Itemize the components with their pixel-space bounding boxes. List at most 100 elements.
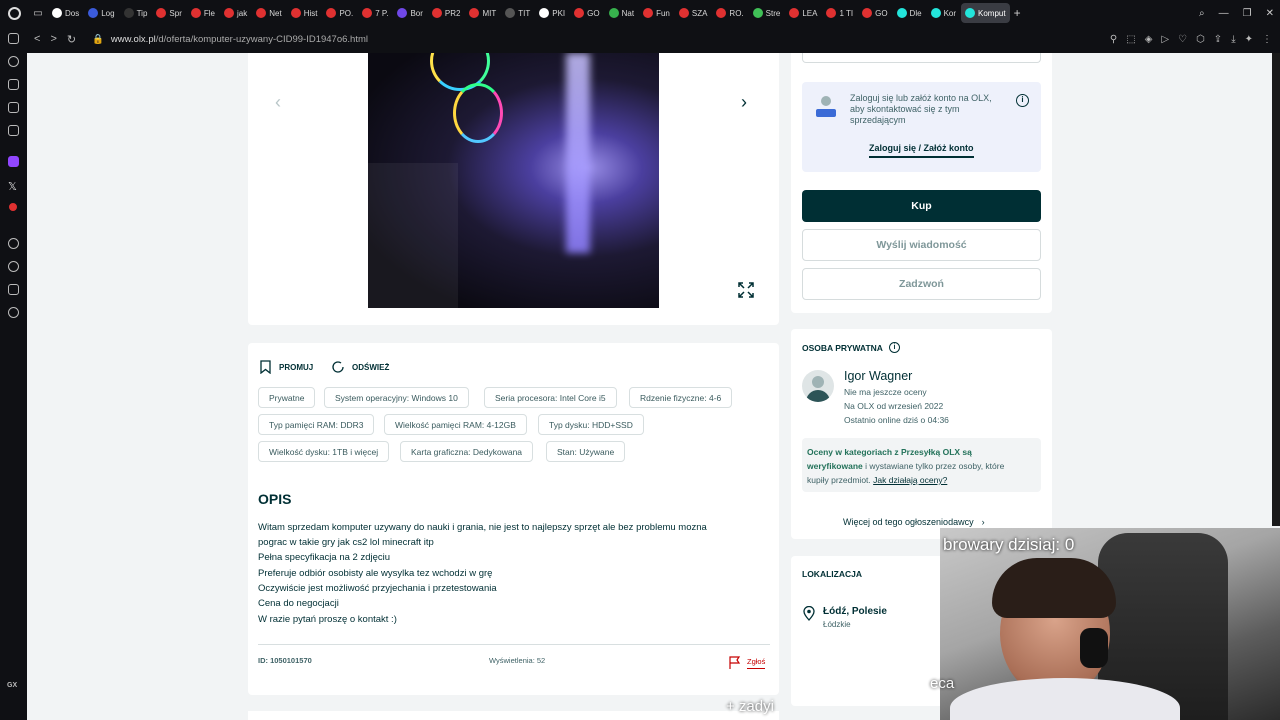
page-scrollbar[interactable]	[1272, 53, 1280, 526]
browser-tab[interactable]: Spr	[152, 3, 185, 23]
app-icon[interactable]	[9, 203, 17, 211]
menu-icon[interactable]: ⋮	[1262, 34, 1272, 45]
browser-tab[interactable]: 1 TI	[822, 3, 857, 23]
promote-label: PROMUJ	[279, 362, 314, 372]
browser-tab[interactable]: Nat	[605, 3, 638, 23]
browser-tab[interactable]: Net	[252, 3, 285, 23]
browser-tab[interactable]: Log	[84, 3, 118, 23]
browser-tab[interactable]: PR2	[428, 3, 465, 23]
forward-button[interactable]: >	[50, 33, 56, 46]
seller-info-icon[interactable]: i	[888, 342, 900, 353]
pin-icon[interactable]: ⚲	[1110, 34, 1117, 45]
browser-tab[interactable]: Kor	[927, 3, 960, 23]
seller-name[interactable]: Igor Wagner	[844, 369, 912, 383]
url-field[interactable]: 🔒 www.olx.pl/d/oferta/komputer-uzywany-C…	[92, 34, 368, 45]
browser-tab[interactable]: Hist	[287, 3, 322, 23]
streamer-hair	[992, 558, 1116, 618]
browser-tab[interactable]: 7 P.	[358, 3, 392, 23]
browser-tab[interactable]: Dle	[893, 3, 926, 23]
tab-favicon-icon	[896, 8, 907, 18]
tab-label: Spr	[169, 8, 182, 18]
view-count: Wyświetlenia: 52	[489, 656, 546, 665]
browser-tab[interactable]: Fun	[639, 3, 674, 23]
fan-decoration	[453, 83, 503, 143]
report-action[interactable]: Zgłoś	[729, 656, 766, 669]
browser-tab[interactable]: Komput	[961, 3, 1010, 23]
more-from-seller-link[interactable]: Więcej od tego ogłoszeniodawcy ›	[843, 517, 985, 527]
seller-section-title: OSOBA PRYWATNA i	[802, 342, 900, 353]
buy-button[interactable]: Kup	[802, 190, 1041, 222]
back-button[interactable]: <	[34, 33, 40, 46]
snapshot-icon[interactable]: ⬚	[1126, 34, 1135, 45]
heart-icon[interactable]: ♡	[1178, 34, 1187, 45]
maximize-button[interactable]: ❐	[1243, 8, 1252, 19]
close-window-button[interactable]: ✕	[1266, 8, 1274, 19]
call-button[interactable]: Zadzwoń	[802, 268, 1041, 300]
location-section-label: LOKALIZACJA	[802, 569, 862, 579]
browser-tab[interactable]: PKI	[535, 3, 569, 23]
subtitle-overlay: eca	[930, 675, 955, 692]
download-icon[interactable]: ⤓	[1231, 34, 1235, 45]
info-icon[interactable]: i	[1016, 94, 1029, 107]
minimize-button[interactable]: —	[1219, 8, 1229, 19]
shield-icon[interactable]: ◈	[1145, 34, 1153, 45]
description-line: Oczywiście jest możliwość przyjechania i…	[258, 583, 497, 594]
x-icon[interactable]: 𝕏	[8, 180, 19, 193]
extensions-sidebar-icon[interactable]	[8, 284, 19, 295]
browser-tab[interactable]: Stre	[749, 3, 785, 23]
login-link[interactable]: Zaloguj się / Załóż konto	[869, 143, 974, 158]
history-icon[interactable]	[8, 261, 19, 272]
play-icon[interactable]: ▷	[1161, 34, 1169, 45]
ratings-info-box: Oceny w kategoriach z Przesyłką OLX są w…	[802, 438, 1041, 492]
next-photo-icon[interactable]: ›	[741, 92, 747, 113]
aria-icon[interactable]	[8, 56, 19, 67]
tab-favicon-icon	[52, 8, 62, 18]
browser-tab[interactable]: TIT	[501, 3, 534, 23]
browser-tab[interactable]: jak	[220, 3, 251, 23]
notes-icon[interactable]	[8, 125, 19, 136]
opera-logo-icon[interactable]	[0, 0, 28, 26]
tab-favicon-icon	[574, 8, 585, 18]
browser-tab[interactable]: PO.	[322, 3, 357, 23]
home-icon[interactable]	[8, 33, 19, 44]
new-tab-button[interactable]: +	[1014, 6, 1021, 20]
chevron-right-icon: ›	[981, 517, 985, 527]
ratings-help-link[interactable]: Jak działają oceny?	[873, 475, 947, 485]
url-host: www.olx.pl	[110, 34, 156, 45]
lock-icon: 🔒	[92, 34, 104, 45]
search-tabs-icon[interactable]: ⌕	[1199, 8, 1205, 19]
refresh-action[interactable]: ODŚWIEŻ	[331, 360, 389, 374]
extensions-icon[interactable]: ⬡	[1196, 34, 1205, 45]
description-line: Cena do negocjacji	[258, 598, 339, 609]
listing-photo[interactable]	[368, 53, 659, 308]
browser-tab[interactable]: Dos	[48, 3, 83, 23]
prev-photo-icon[interactable]: ‹	[275, 92, 281, 113]
player-icon[interactable]	[8, 238, 19, 249]
param-tag: Stan: Używane	[546, 441, 626, 462]
send-message-button[interactable]: Wyślij wiadomość	[802, 229, 1041, 261]
browser-tab[interactable]: LEA	[785, 3, 821, 23]
reload-button[interactable]: ↻	[67, 33, 76, 46]
browser-tab[interactable]: MIT	[465, 3, 500, 23]
browser-tab[interactable]: RO.	[712, 3, 747, 23]
twitch-icon[interactable]	[8, 156, 19, 167]
browser-tab[interactable]: Fle	[187, 3, 219, 23]
workspace-icon[interactable]	[8, 102, 19, 113]
fullscreen-icon[interactable]	[738, 282, 754, 298]
tab-favicon-icon	[326, 8, 337, 18]
browser-tab[interactable]: GO	[570, 3, 603, 23]
settings-icon[interactable]	[8, 307, 19, 318]
tab-label: 1 TI	[839, 8, 854, 18]
browser-tab[interactable]: Tip	[120, 3, 152, 23]
promote-action[interactable]: PROMUJ	[260, 360, 313, 374]
browser-tab[interactable]: GO	[858, 3, 891, 23]
price-box-edge	[802, 53, 1041, 63]
pinboard-icon[interactable]	[8, 79, 19, 90]
browser-tab[interactable]: SZA	[675, 3, 712, 23]
workspaces-icon[interactable]: ▭	[28, 8, 48, 19]
tab-favicon-icon	[190, 8, 201, 18]
tab-favicon-icon	[224, 8, 234, 18]
browser-tab[interactable]: Bor	[393, 3, 426, 23]
ai-icon[interactable]: ✦	[1245, 34, 1253, 45]
share-icon[interactable]: ⇪	[1214, 34, 1222, 45]
